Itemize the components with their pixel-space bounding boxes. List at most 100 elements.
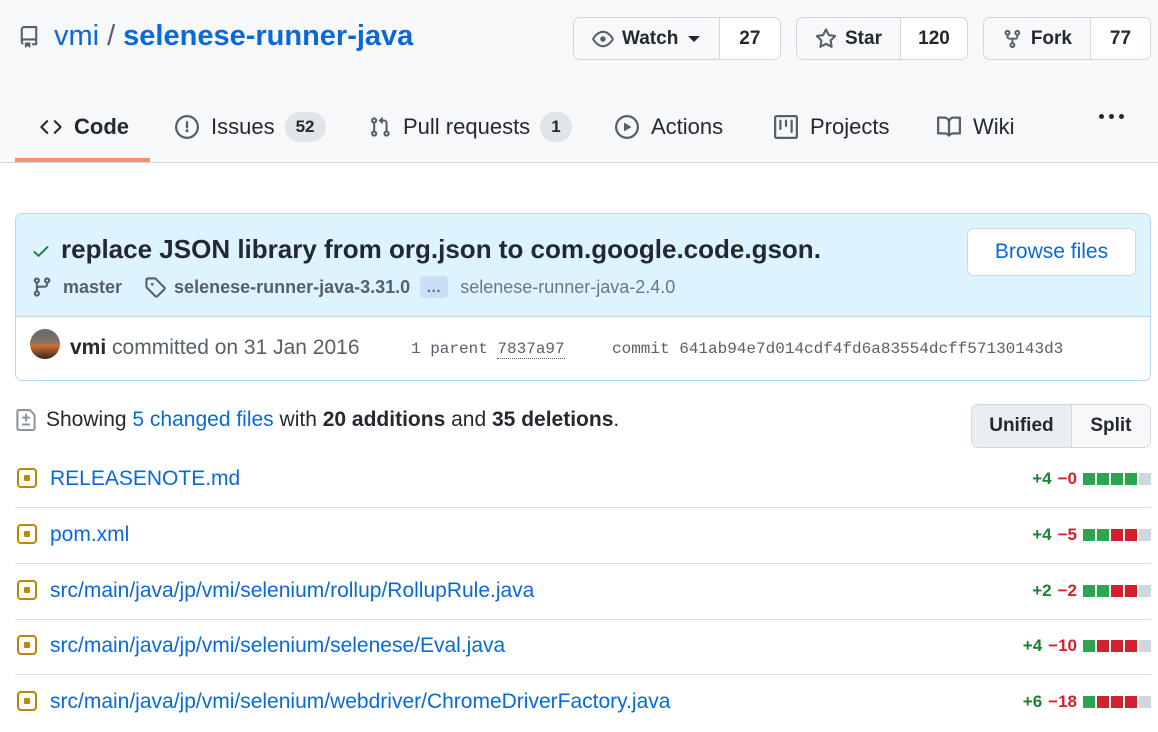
repo-separator: / xyxy=(107,20,116,52)
repo-owner-link[interactable]: vmi xyxy=(54,20,99,53)
star-button[interactable]: Star xyxy=(797,18,901,59)
repo-icon xyxy=(20,25,38,48)
file-row: pom.xml +4 −5 xyxy=(15,508,1151,564)
commit-refs: master selenese-runner-java-3.31.0 … sel… xyxy=(31,276,675,298)
file-row: src/main/java/jp/vmi/selenium/rollup/Rol… xyxy=(15,564,1151,620)
additions-count: 20 additions xyxy=(322,408,446,431)
star-icon xyxy=(815,27,837,48)
file-modified-icon xyxy=(17,524,37,544)
file-deletions: −18 xyxy=(1048,692,1077,711)
file-name-link[interactable]: src/main/java/jp/vmi/selenium/rollup/Rol… xyxy=(50,579,534,603)
watch-button[interactable]: Watch xyxy=(574,18,720,59)
file-diffstat: +4 −0 xyxy=(1032,469,1151,489)
diffstat-block-add xyxy=(1083,696,1095,708)
changed-files-link[interactable]: 5 changed files xyxy=(132,408,273,432)
branch-name: master xyxy=(63,276,123,297)
unified-view-button[interactable]: Unified xyxy=(972,405,1072,447)
commit-sha-value: 641ab94e7d014cdf4fd6a83554dcff57130143d3 xyxy=(679,340,1064,358)
deletions-count: 35 deletions xyxy=(492,408,614,431)
tag-name-last[interactable]: selenese-runner-java-2.4.0 xyxy=(460,277,675,298)
file-additions: +6 xyxy=(1022,692,1043,711)
repo-header: vmi / selenese-runner-java Watch 27 Star… xyxy=(0,0,1158,163)
diffstat-block-add xyxy=(1097,529,1109,541)
parent-info: 1 parent 7837a97 xyxy=(411,340,565,359)
tab-projects[interactable]: Projects xyxy=(774,90,889,163)
star-count[interactable]: 120 xyxy=(900,18,967,59)
chevron-down-icon xyxy=(688,35,701,42)
diffstat-block-neu xyxy=(1139,473,1151,485)
author-link[interactable]: vmi xyxy=(70,336,106,359)
file-row: src/main/java/jp/vmi/selenium/selenese/E… xyxy=(15,619,1151,675)
repo-name-link[interactable]: selenese-runner-java xyxy=(123,20,413,53)
issue-icon xyxy=(175,114,199,139)
tab-pull-requests[interactable]: Pull requests 1 xyxy=(369,90,572,163)
fork-button-group: Fork 77 xyxy=(983,17,1151,60)
file-name-link[interactable]: src/main/java/jp/vmi/selenium/webdriver/… xyxy=(50,690,670,714)
commit-sha: commit 641ab94e7d014cdf4fd6a83554dcff571… xyxy=(612,340,1063,358)
tab-wiki[interactable]: Wiki xyxy=(937,90,1015,163)
diffstat-block-add xyxy=(1083,529,1095,541)
browse-files-button[interactable]: Browse files xyxy=(967,228,1136,276)
active-tab-indicator xyxy=(15,158,150,162)
parent-sha-link[interactable]: 7837a97 xyxy=(497,340,565,359)
commit-label: commit xyxy=(612,340,670,358)
diffstat-block-add xyxy=(1111,473,1123,485)
code-icon xyxy=(40,119,62,134)
diffstat-blocks xyxy=(1083,473,1151,485)
file-additions: +4 xyxy=(1032,525,1052,544)
tab-code[interactable]: Code xyxy=(40,90,129,163)
repo-nav-tabs: Code Issues 52 Pull requests 1 Actions P… xyxy=(0,90,1158,163)
project-icon xyxy=(774,114,798,139)
tag-icon xyxy=(145,277,166,298)
fork-count[interactable]: 77 xyxy=(1091,18,1150,59)
summary-and: and xyxy=(451,408,487,431)
file-deletions: −10 xyxy=(1048,636,1077,655)
repo-title: vmi / selenese-runner-java xyxy=(18,20,413,53)
diffstat-block-del xyxy=(1125,529,1137,541)
diff-view-toggle: Unified Split xyxy=(971,404,1151,448)
tab-projects-label: Projects xyxy=(810,113,890,139)
fork-icon xyxy=(1004,29,1021,48)
pull-requests-count-badge: 1 xyxy=(540,111,572,142)
file-row: src/main/java/jp/vmi/selenium/webdriver/… xyxy=(15,675,1151,731)
tab-pull-requests-label: Pull requests xyxy=(403,113,531,139)
diffstat-blocks xyxy=(1083,640,1151,652)
expand-tags-button[interactable]: … xyxy=(420,276,449,298)
split-view-button[interactable]: Split xyxy=(1071,405,1150,447)
diffstat-blocks xyxy=(1083,585,1151,597)
tag-ref[interactable]: selenese-runner-java-3.31.0 xyxy=(144,276,410,298)
star-label: Star xyxy=(845,27,882,49)
fork-button[interactable]: Fork xyxy=(984,18,1091,59)
watch-count[interactable]: 27 xyxy=(719,18,780,59)
file-diffstat: +4 −10 xyxy=(1023,636,1151,656)
file-name-link[interactable]: pom.xml xyxy=(50,523,129,547)
parent-label: 1 parent xyxy=(411,340,488,358)
file-diffstat: +6 −18 xyxy=(1023,692,1151,712)
file-name-link[interactable]: RELEASENOTE.md xyxy=(50,467,240,491)
diffstat-blocks xyxy=(1083,696,1151,708)
file-additions: +4 xyxy=(1032,469,1052,488)
check-icon xyxy=(33,246,49,257)
file-modified-icon xyxy=(17,468,37,488)
diffstat-block-del xyxy=(1125,585,1137,597)
file-deletions: −5 xyxy=(1057,525,1077,544)
diffstat-block-del xyxy=(1097,696,1109,708)
diffstat-block-del xyxy=(1111,696,1123,708)
tab-actions[interactable]: Actions xyxy=(615,90,723,163)
play-icon xyxy=(615,114,639,139)
issues-count-badge: 52 xyxy=(284,111,326,142)
branch-ref[interactable]: master xyxy=(31,276,122,298)
diffstat-block-del xyxy=(1125,640,1137,652)
file-deletions: −2 xyxy=(1057,581,1077,600)
file-name-link[interactable]: src/main/java/jp/vmi/selenium/selenese/E… xyxy=(50,634,505,658)
file-modified-icon xyxy=(17,635,37,655)
fork-label: Fork xyxy=(1030,27,1072,49)
more-options-icon[interactable] xyxy=(1099,114,1124,119)
avatar[interactable] xyxy=(30,329,60,359)
file-row: RELEASENOTE.md +4 −0 xyxy=(15,452,1151,508)
diffstat-block-neu xyxy=(1139,640,1151,652)
diffstat-block-del xyxy=(1111,529,1123,541)
tab-issues[interactable]: Issues 52 xyxy=(175,90,326,163)
file-modified-icon xyxy=(17,691,37,711)
file-modified-icon xyxy=(17,580,37,600)
